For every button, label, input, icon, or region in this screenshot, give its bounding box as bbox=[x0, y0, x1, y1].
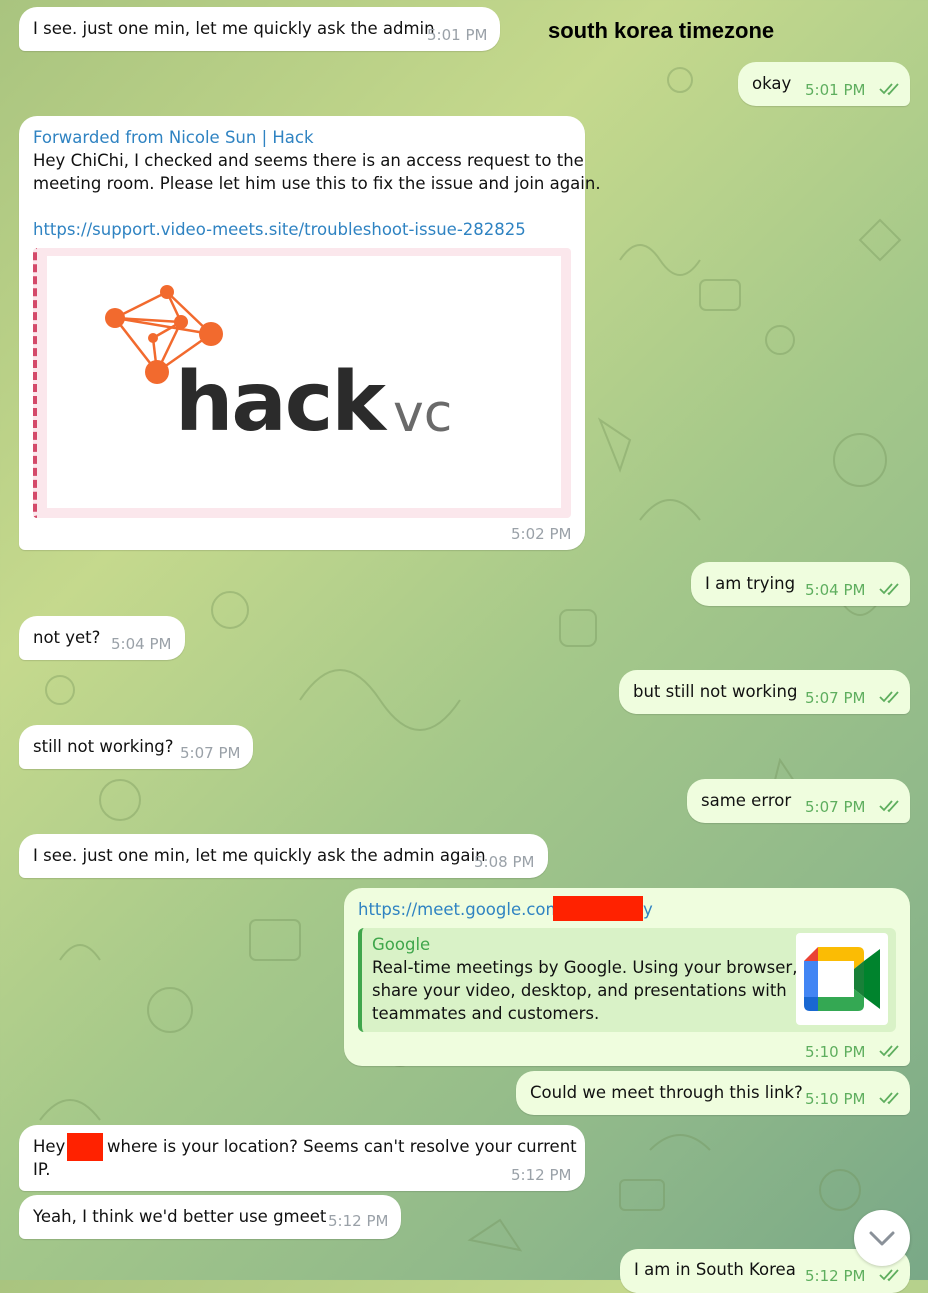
message-time: 5:04 PM bbox=[805, 581, 866, 599]
meet-link-suffix[interactable]: y bbox=[643, 898, 653, 921]
message-text: I am in South Korea bbox=[634, 1260, 796, 1279]
message-time: 5:08 PM bbox=[474, 853, 535, 871]
message-text-greeting: Hey bbox=[33, 1137, 66, 1156]
link-preview-card[interactable]: Google Real-time meetings by Google. Usi… bbox=[358, 928, 896, 1032]
message-text: but still not working bbox=[633, 682, 798, 701]
double-check-icon bbox=[879, 1045, 899, 1058]
meet-link-prefix[interactable]: https://meet.google.com/ bbox=[358, 898, 567, 921]
message-text: I am trying bbox=[705, 574, 796, 593]
message-text-line2: meeting room. Please let him use this to… bbox=[33, 174, 601, 193]
message-text-line1: Hey ChiChi, I checked and seems there is… bbox=[33, 151, 584, 170]
message-bubble-outgoing[interactable]: Could we meet through this link? 5:10 PM bbox=[516, 1071, 910, 1115]
preview-description-line3: teammates and customers. bbox=[372, 1004, 600, 1023]
message-time: 5:10 PM bbox=[805, 1043, 866, 1061]
message-text: same error bbox=[701, 791, 792, 810]
redacted-name bbox=[67, 1133, 103, 1161]
double-check-icon bbox=[879, 583, 899, 596]
message-text: Yeah, I think we'd better use gmeet bbox=[33, 1207, 327, 1226]
chevron-down-icon bbox=[869, 1231, 895, 1246]
message-time: 5:12 PM bbox=[511, 1166, 572, 1184]
forwarded-message-bubble[interactable]: Forwarded from Nicole Sun | Hack Hey Chi… bbox=[19, 116, 601, 550]
double-check-icon bbox=[879, 691, 899, 704]
message-bubble-incoming[interactable]: I see. just one min, let me quickly ask … bbox=[19, 834, 548, 878]
double-check-icon bbox=[879, 1092, 899, 1105]
message-bubble-incoming[interactable]: Hey where is your location? Seems can't … bbox=[19, 1125, 585, 1191]
phishing-link[interactable]: https://support.video-meets.site/trouble… bbox=[33, 218, 526, 241]
logo-word-sub: vc bbox=[393, 384, 453, 444]
message-time: 5:07 PM bbox=[180, 744, 241, 762]
message-bubble-outgoing[interactable]: same error 5:07 PM bbox=[687, 779, 910, 823]
message-time: 5:01 PM bbox=[427, 26, 488, 44]
message-time: 5:12 PM bbox=[328, 1212, 389, 1230]
scroll-to-bottom-button[interactable] bbox=[854, 1210, 910, 1266]
message-time: 5:07 PM bbox=[805, 798, 866, 816]
forwarded-from-label[interactable]: Forwarded from Nicole Sun | Hack bbox=[33, 126, 314, 149]
message-bubble-incoming[interactable]: not yet? 5:04 PM bbox=[19, 616, 185, 660]
message-bubble-outgoing[interactable]: I am trying 5:04 PM bbox=[691, 562, 910, 606]
timezone-annotation: south korea timezone bbox=[548, 18, 775, 43]
message-text: Could we meet through this link? bbox=[530, 1083, 803, 1102]
message-bubble-outgoing[interactable]: but still not working 5:07 PM bbox=[619, 670, 910, 714]
double-check-icon bbox=[879, 83, 899, 96]
redacted-meeting-code bbox=[553, 896, 643, 921]
message-time: 5:04 PM bbox=[111, 635, 172, 653]
google-meet-icon bbox=[796, 933, 888, 1025]
message-time: 5:12 PM bbox=[805, 1267, 866, 1285]
message-text: okay bbox=[752, 74, 792, 93]
message-text: I see. just one min, let me quickly ask … bbox=[33, 19, 435, 38]
logo-word-main: hack bbox=[175, 355, 386, 450]
message-bubble-incoming[interactable]: Yeah, I think we'd better use gmeet 5:12… bbox=[19, 1195, 401, 1239]
message-time: 5:02 PM bbox=[511, 525, 572, 543]
message-bubble-incoming[interactable]: I see. just one min, let me quickly ask … bbox=[19, 7, 500, 51]
double-check-icon bbox=[879, 800, 899, 813]
preview-description-line1: Real-time meetings by Google. Using your… bbox=[372, 958, 798, 977]
link-preview-image[interactable]: hack vc bbox=[33, 248, 571, 518]
hackvc-logo: hack vc bbox=[47, 256, 561, 508]
message-text-line2: IP. bbox=[33, 1160, 51, 1179]
message-time: 5:07 PM bbox=[805, 689, 866, 707]
message-text: where is your location? Seems can't reso… bbox=[107, 1137, 577, 1156]
link-message-bubble[interactable]: https://meet.google.com/ y Google Real-t… bbox=[344, 888, 910, 1066]
message-time: 5:01 PM bbox=[805, 81, 866, 99]
message-text: I see. just one min, let me quickly ask … bbox=[33, 846, 486, 865]
message-bubble-incoming[interactable]: still not working? 5:07 PM bbox=[19, 725, 253, 769]
preview-site-name: Google bbox=[372, 935, 431, 954]
message-text: still not working? bbox=[33, 737, 174, 756]
preview-description-line2: share your video, desktop, and presentat… bbox=[372, 981, 787, 1000]
message-bubble-outgoing[interactable]: okay 5:01 PM bbox=[738, 62, 910, 106]
message-text: not yet? bbox=[33, 628, 101, 647]
message-time: 5:10 PM bbox=[805, 1090, 866, 1108]
